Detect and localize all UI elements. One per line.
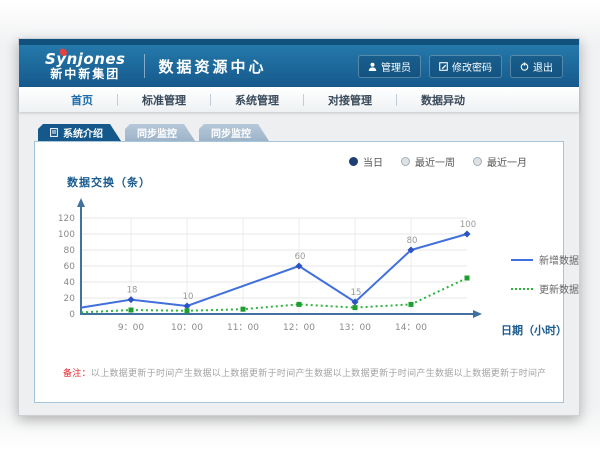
content-area: 系统介绍 同步监控 同步监控 当日 最近一周 [19, 112, 579, 403]
radio-last-week-dot [401, 157, 410, 166]
x-axis-title: 日期（小时） [501, 322, 567, 338]
tab-bar: 系统介绍 同步监控 同步监控 [34, 124, 564, 141]
svg-text:11：00: 11：00 [227, 323, 259, 333]
nav-item-home[interactable]: 首页 [47, 92, 117, 108]
nav-item-data-change[interactable]: 数据异动 [397, 92, 489, 108]
svg-text:0: 0 [69, 310, 75, 320]
legend-item-new-data[interactable]: 新增数据 [511, 252, 579, 267]
radio-today[interactable]: 当日 [349, 154, 383, 169]
solid-line-swatch [511, 259, 533, 261]
radio-last-week-label: 最近一周 [415, 154, 455, 169]
power-icon [520, 62, 529, 71]
svg-text:18: 18 [127, 286, 138, 296]
radio-last-month-dot [473, 157, 482, 166]
footnote-prefix: 备注： [63, 369, 91, 379]
brand: Synjones 新中新集团 数据资源中心 [45, 52, 267, 81]
svg-text:12：00: 12：00 [283, 323, 315, 333]
admin-user-button[interactable]: 管理员 [358, 55, 421, 78]
legend-new-data-label: 新增数据 [539, 252, 579, 267]
chart-legend: 新增数据 更新数据 [511, 252, 579, 296]
tab-system-intro-label: 系统介绍 [63, 125, 103, 140]
svg-text:14：00: 14：00 [395, 323, 427, 333]
svg-text:10：00: 10：00 [171, 323, 203, 333]
legend-updated-data-label: 更新数据 [539, 281, 579, 296]
chart-canvas: 0 20 40 60 80 100 120 9：00 10：00 11：00 12：00 13：00 1… [43, 194, 503, 344]
page-title: 数据资源中心 [159, 56, 267, 77]
svg-text:15: 15 [351, 288, 362, 298]
change-password-label: 修改密码 [452, 59, 492, 74]
svg-text:20: 20 [64, 294, 76, 304]
radio-today-dot [349, 157, 358, 166]
header-actions: 管理员 修改密码 退出 [358, 55, 563, 78]
chart-panel: 当日 最近一周 最近一月 数据交换（条） 0 20 40 60 80 100 120 9：00… [34, 141, 564, 403]
admin-user-label: 管理员 [381, 59, 411, 74]
line-chart: 0 20 40 60 80 100 120 9：00 10：00 11：00 12：00 13：00 1… [43, 194, 583, 364]
change-password-button[interactable]: 修改密码 [429, 55, 502, 78]
tab-sync-monitor-2-label: 同步监控 [211, 125, 251, 140]
user-icon [368, 62, 377, 71]
svg-text:60: 60 [64, 262, 76, 272]
tab-sync-monitor-1[interactable]: 同步监控 [125, 124, 195, 141]
header-divider [144, 54, 145, 78]
logout-button[interactable]: 退出 [510, 55, 563, 78]
svg-text:120: 120 [58, 214, 75, 224]
svg-text:100: 100 [460, 220, 476, 230]
radio-last-month-label: 最近一月 [487, 154, 527, 169]
nav-item-integration-management[interactable]: 对接管理 [304, 92, 396, 108]
logout-label: 退出 [533, 59, 553, 74]
footnote: 备注：以上数据更新于时间产生数据以上数据更新于时间产生数据以上数据更新于时间产生… [63, 366, 545, 379]
svg-text:60: 60 [295, 252, 306, 262]
svg-text:10: 10 [183, 292, 194, 302]
time-range-filter: 当日 最近一周 最近一月 [349, 154, 527, 169]
dotted-line-swatch [511, 288, 533, 290]
nav-item-system-management[interactable]: 系统管理 [211, 92, 303, 108]
app-header: Synjones 新中新集团 数据资源中心 管理员 修改密码 [19, 45, 579, 87]
svg-text:80: 80 [64, 246, 76, 256]
tab-sync-monitor-2[interactable]: 同步监控 [199, 124, 269, 141]
svg-text:13：00: 13：00 [339, 323, 371, 333]
svg-text:40: 40 [64, 278, 76, 288]
tab-sync-monitor-1-label: 同步监控 [137, 125, 177, 140]
radio-today-label: 当日 [363, 154, 383, 169]
nav-item-standard-management[interactable]: 标准管理 [118, 92, 210, 108]
legend-item-updated-data[interactable]: 更新数据 [511, 281, 579, 296]
company-logo: Synjones 新中新集团 [45, 52, 130, 81]
main-nav: 首页 标准管理 系统管理 对接管理 数据异动 [19, 87, 579, 112]
svg-text:80: 80 [407, 236, 418, 246]
radio-last-week[interactable]: 最近一周 [401, 154, 455, 169]
logo-text-en: Synjones [45, 52, 126, 67]
logo-text-cn: 新中新集团 [45, 67, 126, 81]
app-window: Synjones 新中新集团 数据资源中心 管理员 修改密码 [18, 38, 580, 416]
radio-last-month[interactable]: 最近一月 [473, 154, 527, 169]
svg-text:100: 100 [58, 230, 75, 240]
edit-icon [439, 62, 448, 71]
footnote-text: 以上数据更新于时间产生数据以上数据更新于时间产生数据以上数据更新于时间产生数据以… [91, 369, 545, 379]
document-icon [50, 128, 58, 137]
y-axis-title: 数据交换（条） [67, 174, 151, 190]
tab-system-intro[interactable]: 系统介绍 [38, 124, 121, 141]
svg-text:9：00: 9：00 [118, 323, 144, 333]
